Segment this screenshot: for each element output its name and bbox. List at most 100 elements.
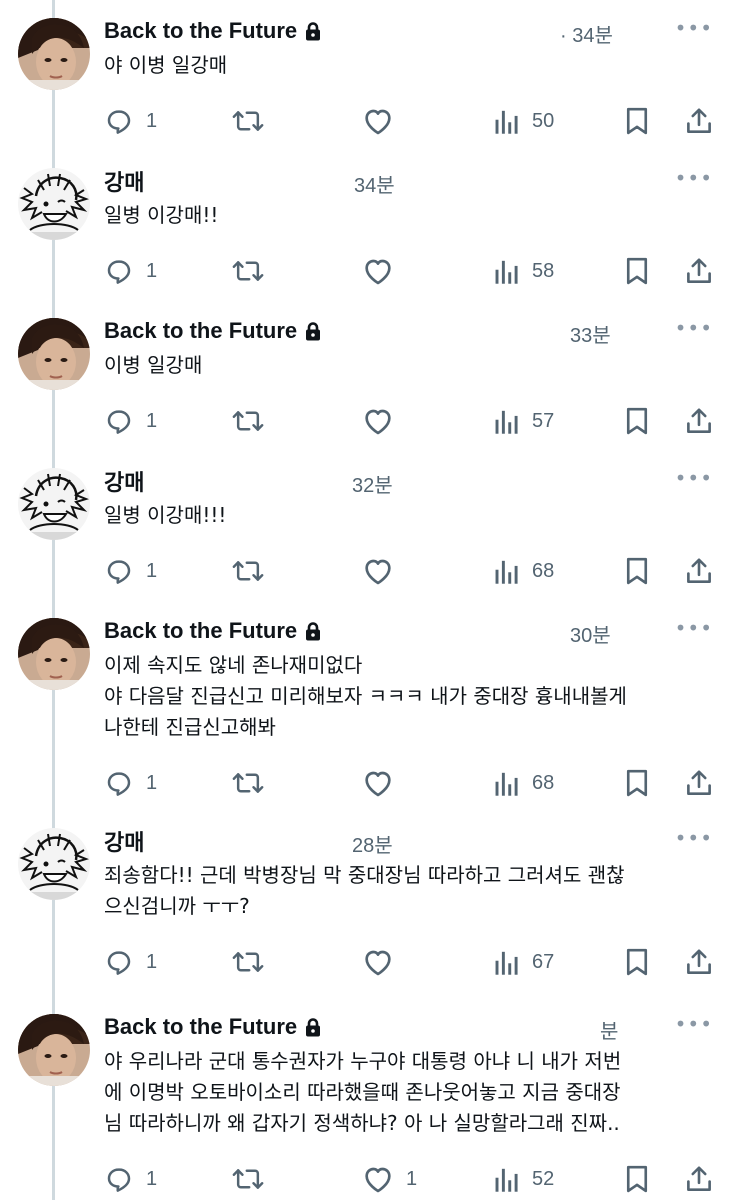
share-button[interactable]	[684, 255, 714, 287]
action-bar: 1 67	[104, 946, 714, 978]
like-button[interactable]	[362, 255, 406, 287]
bookmark-button[interactable]	[624, 105, 650, 137]
like-button[interactable]	[362, 405, 406, 437]
bookmark-icon	[624, 256, 650, 286]
like-button[interactable]	[362, 767, 406, 799]
retweet-button[interactable]	[232, 1163, 276, 1195]
views-button[interactable]: 67	[494, 946, 554, 978]
share-icon	[684, 406, 714, 436]
avatar[interactable]	[18, 318, 90, 390]
like-button[interactable]	[362, 555, 406, 587]
share-icon	[684, 768, 714, 798]
retweet-icon	[232, 106, 264, 136]
author-name[interactable]: 강매	[104, 465, 144, 497]
reply-button[interactable]: 1	[104, 767, 157, 799]
retweet-button[interactable]	[232, 946, 276, 978]
timestamp[interactable]: 32분	[352, 469, 393, 498]
share-icon	[684, 556, 714, 586]
retweet-button[interactable]	[232, 555, 276, 587]
tweet-text: 이병 일강매	[104, 350, 711, 381]
views-button[interactable]: 68	[494, 767, 554, 799]
views-count: 67	[532, 950, 555, 973]
share-icon	[684, 256, 714, 286]
like-icon	[362, 1164, 394, 1194]
retweet-button[interactable]	[232, 255, 276, 287]
avatar[interactable]	[18, 828, 90, 900]
reply-count: 1	[146, 771, 158, 794]
bookmark-icon	[624, 556, 650, 586]
more-options-icon[interactable]: •••	[675, 616, 713, 640]
share-button[interactable]	[684, 105, 714, 137]
like-button[interactable]: 1	[362, 1163, 417, 1195]
reply-button[interactable]: 1	[104, 105, 157, 137]
timestamp[interactable]: 33분	[570, 319, 611, 348]
author-name[interactable]: Back to the Future	[104, 618, 297, 644]
author-name[interactable]: Back to the Future	[104, 318, 297, 344]
retweet-icon	[232, 556, 264, 586]
timestamp[interactable]: 34분	[354, 169, 395, 198]
avatar[interactable]	[18, 18, 90, 90]
share-button[interactable]	[684, 946, 714, 978]
more-options-icon[interactable]: •••	[675, 1012, 713, 1036]
views-count: 58	[532, 259, 555, 282]
share-button[interactable]	[684, 1163, 714, 1195]
reply-button[interactable]: 1	[104, 405, 157, 437]
bookmark-button[interactable]	[624, 405, 650, 437]
more-options-icon[interactable]: •••	[675, 16, 713, 40]
avatar[interactable]	[18, 468, 90, 540]
like-button[interactable]	[362, 946, 406, 978]
reply-button[interactable]: 1	[104, 555, 157, 587]
views-icon	[494, 1165, 520, 1193]
like-icon	[362, 768, 394, 798]
share-button[interactable]	[684, 767, 714, 799]
views-button[interactable]: 57	[494, 405, 554, 437]
author-name[interactable]: Back to the Future	[104, 1014, 297, 1040]
views-button[interactable]: 52	[494, 1163, 554, 1195]
bookmark-button[interactable]	[624, 555, 650, 587]
retweet-icon	[232, 947, 264, 977]
reply-icon	[104, 556, 134, 586]
timestamp[interactable]: 28분	[352, 829, 393, 858]
avatar[interactable]	[18, 618, 90, 690]
views-button[interactable]: 58	[494, 255, 554, 287]
retweet-button[interactable]	[232, 405, 276, 437]
bookmark-button[interactable]	[624, 1163, 650, 1195]
lock-icon	[304, 621, 322, 641]
timestamp[interactable]: · 34분	[560, 19, 613, 48]
retweet-button[interactable]	[232, 105, 276, 137]
bookmark-icon	[624, 106, 650, 136]
share-button[interactable]	[684, 405, 714, 437]
tweet-text: 이제 속지도 않네 존나재미없다 야 다음달 진급신고 미리해보자 ㅋㅋㅋ 내가 …	[104, 650, 711, 743]
timestamp[interactable]: 분	[600, 1015, 618, 1044]
like-count: 1	[406, 1167, 418, 1190]
more-options-icon[interactable]: •••	[675, 826, 713, 850]
reply-button[interactable]: 1	[104, 1163, 157, 1195]
share-button[interactable]	[684, 555, 714, 587]
views-button[interactable]: 68	[494, 555, 554, 587]
author-name[interactable]: 강매	[104, 825, 144, 857]
like-button[interactable]	[362, 105, 406, 137]
bookmark-button[interactable]	[624, 767, 650, 799]
action-bar: 1 1 52	[104, 1163, 714, 1195]
retweet-button[interactable]	[232, 767, 276, 799]
avatar[interactable]	[18, 1014, 90, 1086]
share-icon	[684, 1164, 714, 1194]
more-options-icon[interactable]: •••	[675, 316, 713, 340]
views-button[interactable]: 50	[494, 105, 554, 137]
more-options-icon[interactable]: •••	[675, 166, 713, 190]
reply-button[interactable]: 1	[104, 946, 157, 978]
avatar[interactable]	[18, 168, 90, 240]
more-options-icon[interactable]: •••	[675, 466, 713, 490]
reply-icon	[104, 256, 134, 286]
bookmark-button[interactable]	[624, 255, 650, 287]
tweet-text-line: 야 우리나라 군대 통수권자가 누구야 대통령 아냐 니 내가 저번	[104, 1049, 622, 1073]
bookmark-button[interactable]	[624, 946, 650, 978]
reply-button[interactable]: 1	[104, 255, 157, 287]
tweet-header: Back to the Future	[104, 16, 322, 46]
author-name[interactable]: 강매	[104, 165, 144, 197]
share-icon	[684, 106, 714, 136]
action-bar: 1 58	[104, 255, 714, 287]
author-name[interactable]: Back to the Future	[104, 18, 297, 44]
reply-icon	[104, 947, 134, 977]
timestamp[interactable]: 30분	[570, 619, 611, 648]
